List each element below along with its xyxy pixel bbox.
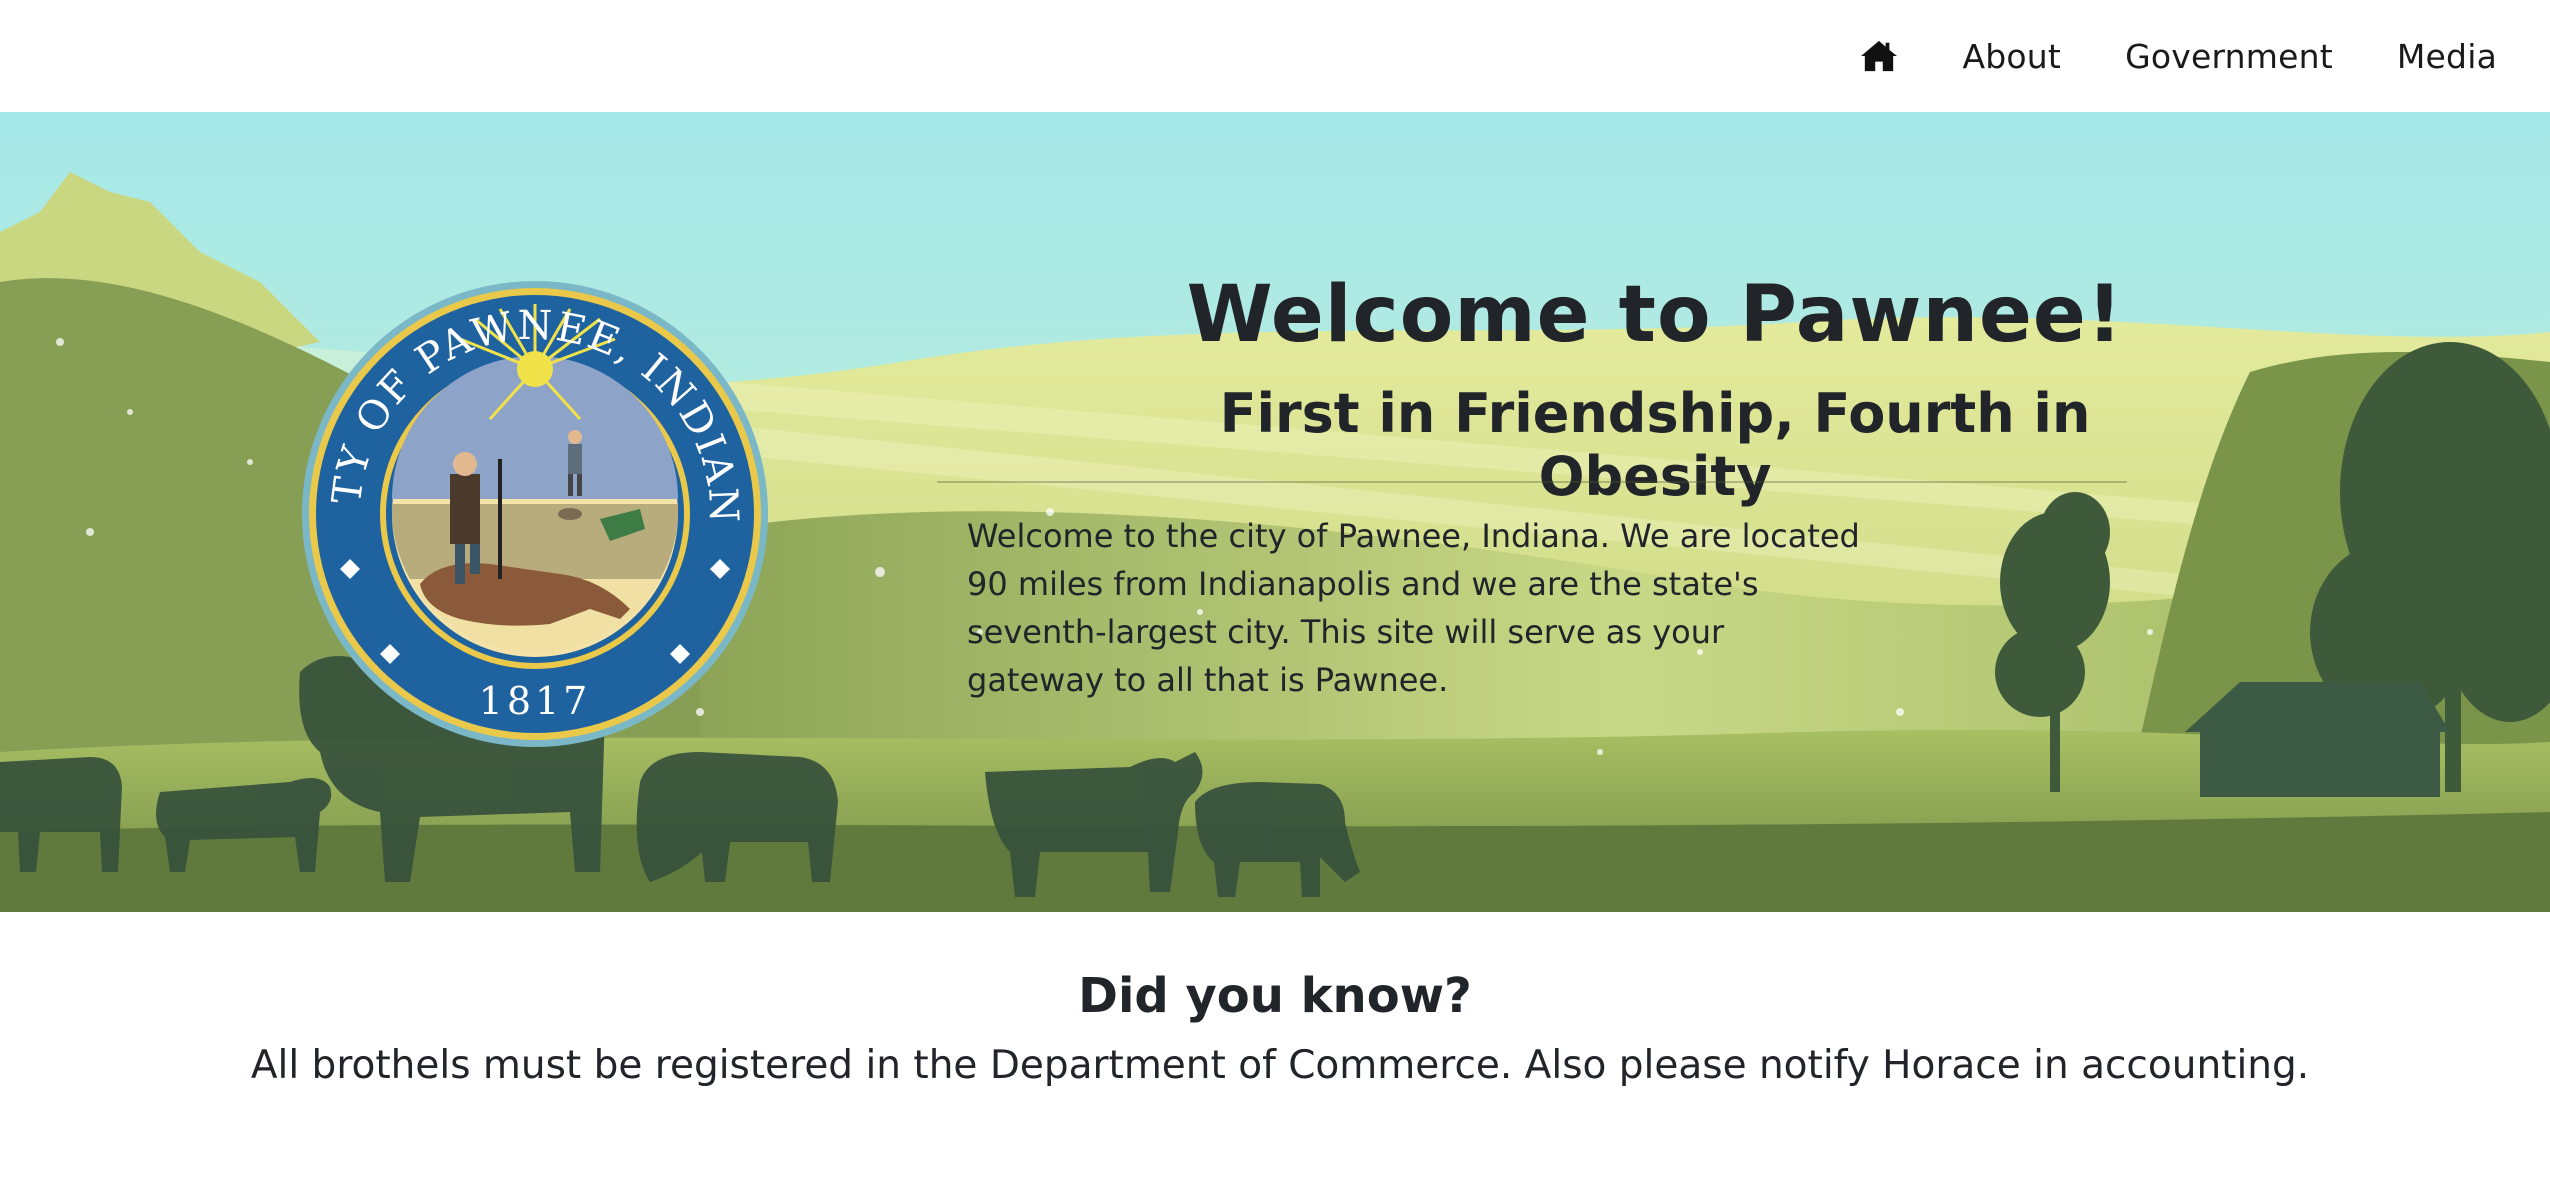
hero-title: Welcome to Pawnee! [1186, 270, 2124, 360]
hero-divider [937, 481, 2127, 483]
hero-subtitle: First in Friendship, Fourth in Obesity [1219, 382, 2091, 508]
home-icon-glyph [1861, 40, 1898, 72]
nav-government-link[interactable]: Government [2125, 37, 2333, 76]
did-you-know-title: Did you know? [1078, 968, 1472, 1024]
city-seal-graphic: CITY OF PAWNEE, INDIANA 1817 [300, 279, 768, 747]
city-seal: CITY OF PAWNEE, INDIANA 1817 [300, 279, 770, 749]
nav-about-link[interactable]: About [1962, 37, 2061, 76]
did-you-know-text: All brothels must be registered in the D… [250, 1043, 2310, 1088]
navbar: About Government Media [0, 0, 2550, 112]
nav-media-link[interactable]: Media [2397, 37, 2497, 76]
hero-intro-text: Welcome to the city of Pawnee, Indiana. … [967, 517, 1860, 699]
hero-banner: CITY OF PAWNEE, INDIANA 1817 Welcome to … [0, 112, 2550, 912]
home-icon[interactable] [1860, 39, 1898, 73]
seal-year-text: 1817 [479, 679, 592, 723]
